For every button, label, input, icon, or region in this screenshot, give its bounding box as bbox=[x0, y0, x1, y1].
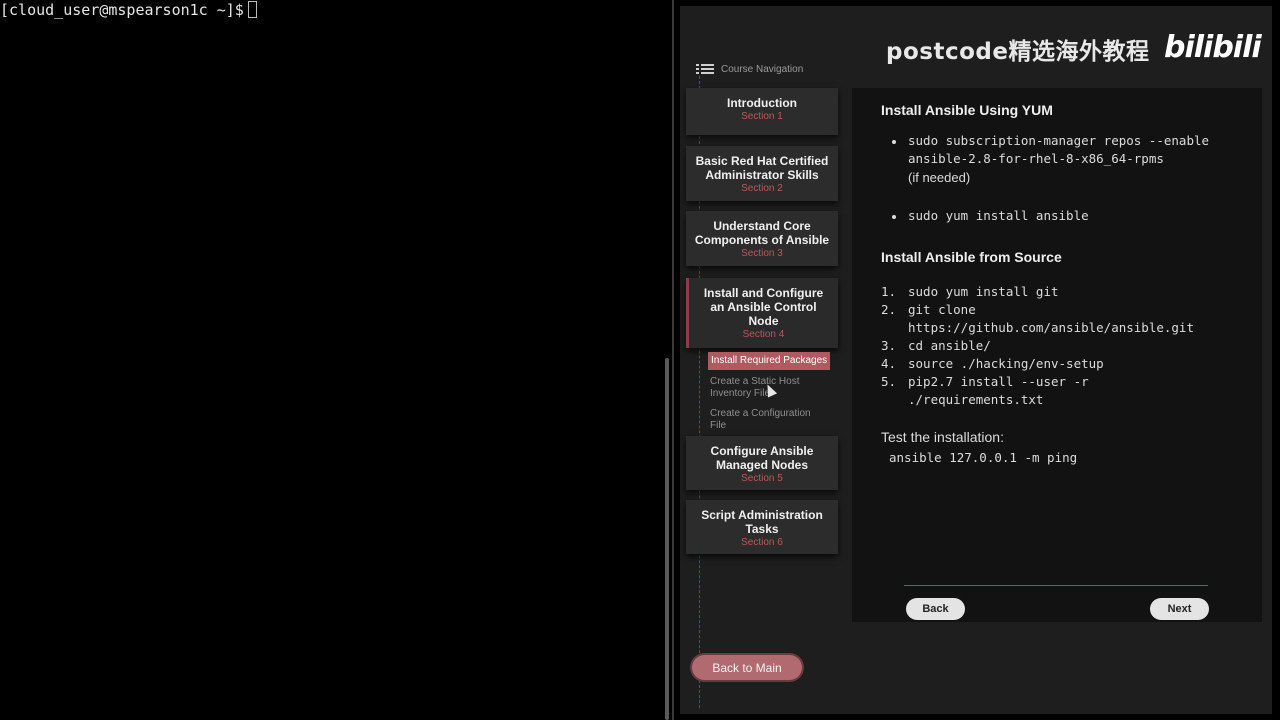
terminal-scrollbar[interactable] bbox=[665, 358, 669, 720]
bilibili-logo: bilibili bbox=[1164, 30, 1262, 65]
step-1-command: sudo yum install git bbox=[908, 284, 1059, 299]
test-command: ansible 127.0.0.1 -m ping bbox=[889, 450, 1078, 465]
bullet-dot bbox=[892, 215, 896, 219]
heading-install-source: Install Ansible from Source bbox=[881, 249, 1062, 265]
terminal-window[interactable]: [cloud_user@mspearson1c ~]$ bbox=[0, 0, 672, 720]
section-6-card[interactable]: Script Administration Tasks Section 6 bbox=[686, 500, 838, 554]
section-subtitle: Section 2 bbox=[741, 183, 783, 194]
section-5-card[interactable]: Configure Ansible Managed Nodes Section … bbox=[686, 436, 838, 490]
test-installation-label: Test the installation: bbox=[881, 429, 1004, 445]
step-number: 4. bbox=[881, 356, 897, 371]
section-title: Configure Ansible Managed Nodes bbox=[710, 444, 814, 472]
course-navigation-title: Course Navigation bbox=[721, 64, 804, 75]
back-to-main-button[interactable]: Back to Main bbox=[692, 655, 802, 680]
course-navigation-header[interactable]: Course Navigation bbox=[696, 64, 803, 75]
pane-divider[interactable] bbox=[672, 0, 674, 720]
step-2-command: git clone bbox=[908, 302, 976, 317]
yum-command-2: sudo yum install ansible bbox=[908, 208, 1089, 223]
section-subtitle: Section 1 bbox=[741, 111, 783, 122]
section-subtitle: Section 5 bbox=[741, 473, 783, 484]
step-number: 2. bbox=[881, 302, 897, 317]
next-button[interactable]: Next bbox=[1150, 598, 1209, 620]
content-divider bbox=[904, 585, 1208, 586]
list-icon bbox=[696, 64, 714, 75]
terminal-cursor bbox=[247, 1, 257, 18]
step-3-command: cd ansible/ bbox=[908, 338, 991, 353]
back-button[interactable]: Back bbox=[906, 598, 965, 620]
lesson-content-panel: Install Ansible Using YUM sudo subscript… bbox=[852, 88, 1262, 622]
section-title: Introduction bbox=[727, 96, 797, 110]
section-1-card[interactable]: Introduction Section 1 bbox=[686, 88, 838, 135]
step-number: 5. bbox=[881, 374, 897, 389]
section-title: Basic Red Hat Certified Administrator Sk… bbox=[695, 154, 829, 182]
yum-command-1-note: (if needed) bbox=[908, 170, 971, 185]
step-5-continuation: ./requirements.txt bbox=[908, 392, 1044, 407]
subitem-create-static-host-inventory[interactable]: Create a Static Host Inventory File bbox=[710, 376, 810, 400]
watermark-text: postcode精选海外教程 bbox=[886, 39, 1150, 65]
prompt-text: [cloud_user@mspearson1c ~]$ bbox=[0, 1, 244, 19]
step-number: 3. bbox=[881, 338, 897, 353]
section-4-card[interactable]: Install and Configure an Ansible Control… bbox=[686, 278, 838, 348]
yum-command-1-line2: ansible-2.8-for-rhel-8-x86_64-rpms bbox=[908, 151, 1164, 166]
step-number: 1. bbox=[881, 284, 897, 299]
section-subtitle: Section 3 bbox=[741, 248, 783, 259]
step-2-url: https://github.com/ansible/ansible.git bbox=[908, 320, 1194, 335]
bullet-dot bbox=[892, 140, 896, 144]
section-title: Install and Configure an Ansible Control… bbox=[703, 286, 824, 328]
terminal-prompt: [cloud_user@mspearson1c ~]$ bbox=[0, 1, 257, 19]
section-title: Script Administration Tasks bbox=[701, 508, 823, 536]
subitem-create-configuration-file[interactable]: Create a Configuration File bbox=[710, 408, 820, 432]
section-3-card[interactable]: Understand Core Components of Ansible Se… bbox=[686, 211, 838, 266]
section-subtitle: Section 4 bbox=[742, 329, 785, 340]
step-5-command: pip2.7 install --user -r bbox=[908, 374, 1089, 389]
section-2-card[interactable]: Basic Red Hat Certified Administrator Sk… bbox=[686, 146, 838, 201]
course-viewer: postcode精选海外教程 bilibili Course Navigatio… bbox=[680, 6, 1272, 714]
section-subtitle: Section 6 bbox=[741, 537, 783, 548]
heading-install-yum: Install Ansible Using YUM bbox=[881, 102, 1053, 118]
yum-command-1-line1: sudo subscription-manager repos --enable bbox=[908, 133, 1210, 148]
section-title: Understand Core Components of Ansible bbox=[694, 219, 830, 247]
step-4-command: source ./hacking/env-setup bbox=[908, 356, 1104, 371]
subitem-install-required-packages[interactable]: Install Required Packages bbox=[708, 352, 831, 370]
